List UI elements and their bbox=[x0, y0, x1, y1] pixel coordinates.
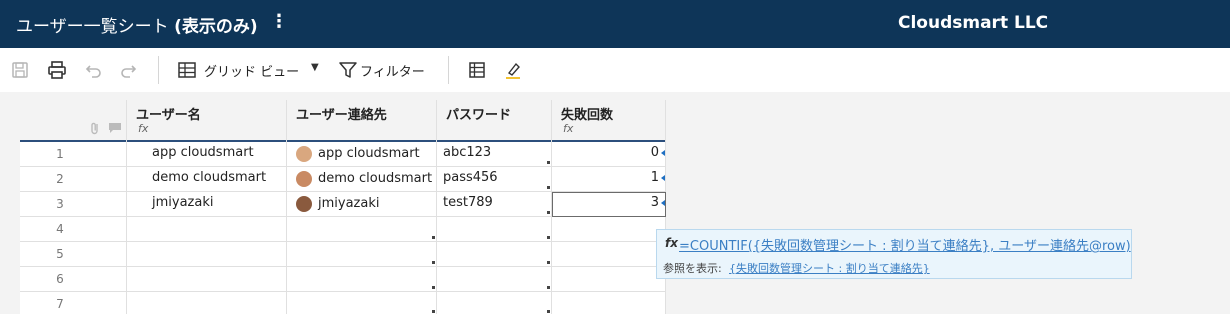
toolbar: グリッド ビュー ▼ フィルター bbox=[0, 48, 1230, 92]
cell-password[interactable]: pass456 bbox=[443, 166, 498, 190]
formula-tooltip: fx =COUNTIF({失敗回数管理シート : 割り当て連絡先}, ユーザー連… bbox=[656, 229, 1132, 279]
cell-corner-marker bbox=[547, 186, 550, 189]
filter-icon[interactable] bbox=[338, 60, 358, 80]
cell-username[interactable]: jmiyazaki bbox=[152, 191, 213, 215]
sheet-menu-icon[interactable]: ⋮ bbox=[270, 11, 288, 32]
cell-corner-marker bbox=[432, 310, 435, 313]
sheet-title[interactable]: ユーザー一覧シート (表示のみ) bbox=[16, 12, 258, 37]
cell-corner-marker bbox=[547, 211, 550, 214]
column-header-password[interactable]: パスワード bbox=[436, 100, 551, 140]
avatar bbox=[296, 146, 312, 162]
highlight-icon[interactable] bbox=[503, 60, 523, 80]
filter-button[interactable]: フィルター bbox=[360, 61, 425, 80]
cell-corner-marker bbox=[547, 161, 550, 164]
toolbar-divider bbox=[448, 56, 449, 84]
avatar bbox=[296, 196, 312, 212]
sheet-title-name: ユーザー一覧シート bbox=[16, 17, 175, 37]
save-icon[interactable] bbox=[10, 60, 30, 80]
cell-failures[interactable]: 1 bbox=[560, 166, 659, 190]
row-number[interactable]: 7 bbox=[20, 292, 100, 316]
formula-link[interactable]: =COUNTIF({失敗回数管理シート : 割り当て連絡先}, ユーザー連絡先@… bbox=[679, 235, 1131, 254]
grid-line bbox=[20, 266, 666, 267]
column-header-label: ユーザー名 bbox=[136, 108, 201, 123]
column-header-username[interactable]: ユーザー名 fx bbox=[126, 100, 286, 140]
grid-icon[interactable] bbox=[467, 60, 487, 80]
cell-corner-marker bbox=[547, 286, 550, 289]
cell-contact[interactable]: app cloudsmart bbox=[318, 142, 420, 166]
company-name: Cloudsmart LLC bbox=[898, 13, 1049, 33]
formula-icon: fx bbox=[563, 122, 574, 135]
row-number[interactable]: 4 bbox=[20, 217, 100, 241]
row-number[interactable]: 3 bbox=[20, 192, 100, 216]
cell-failures[interactable]: 3 bbox=[560, 191, 659, 215]
formula-indicator-icon bbox=[661, 200, 665, 206]
row-number[interactable]: 1 bbox=[20, 142, 100, 166]
cell-contact[interactable]: jmiyazaki bbox=[318, 192, 379, 216]
chevron-down-icon[interactable]: ▼ bbox=[311, 62, 319, 73]
cell-corner-marker bbox=[432, 286, 435, 289]
reference-link[interactable]: {失敗回数管理シート : 割り当て連絡先} bbox=[729, 260, 930, 276]
grid-line bbox=[20, 291, 666, 292]
grid-view-icon[interactable] bbox=[177, 60, 197, 80]
column-header-failures[interactable]: 失敗回数 fx bbox=[551, 100, 666, 140]
column-header-label: パスワード bbox=[446, 108, 512, 123]
formula-indicator-icon bbox=[661, 175, 665, 181]
row-number[interactable]: 2 bbox=[20, 167, 100, 191]
toolbar-divider bbox=[158, 56, 159, 84]
comment-icon bbox=[109, 123, 121, 133]
redo-icon[interactable] bbox=[118, 60, 138, 80]
column-header-label: 失敗回数 bbox=[561, 108, 614, 123]
cell-password[interactable]: abc123 bbox=[443, 141, 491, 165]
formula-indicator-icon bbox=[661, 150, 665, 156]
cell-password[interactable]: test789 bbox=[443, 191, 493, 215]
avatar bbox=[296, 171, 312, 187]
grid-line bbox=[20, 241, 666, 242]
cell-username[interactable]: app cloudsmart bbox=[152, 141, 254, 165]
cell-corner-marker bbox=[547, 261, 550, 264]
formula-icon: fx bbox=[665, 236, 678, 250]
formula-icon: fx bbox=[138, 122, 149, 135]
print-icon[interactable] bbox=[47, 60, 67, 80]
grid-line bbox=[286, 100, 287, 314]
cell-username[interactable]: demo cloudsmart bbox=[152, 166, 266, 190]
attachment-icon bbox=[91, 122, 98, 135]
cell-corner-marker bbox=[432, 261, 435, 264]
column-header-label: ユーザー連絡先 bbox=[296, 108, 387, 123]
cell-corner-marker bbox=[432, 236, 435, 239]
cell-corner-marker bbox=[547, 236, 550, 239]
row-number[interactable]: 6 bbox=[20, 267, 100, 291]
cell-failures[interactable]: 0 bbox=[560, 141, 659, 165]
reference-label: 参照を表示: bbox=[663, 262, 722, 275]
app-header: ユーザー一覧シート (表示のみ) ⋮ Cloudsmart LLC bbox=[0, 0, 1230, 48]
row-number[interactable]: 5 bbox=[20, 242, 100, 266]
view-switcher-button[interactable]: グリッド ビュー bbox=[204, 61, 299, 80]
undo-icon[interactable] bbox=[84, 60, 104, 80]
column-header-contact[interactable]: ユーザー連絡先 bbox=[286, 100, 436, 140]
grid-line bbox=[126, 100, 127, 314]
grid-line bbox=[436, 100, 437, 314]
cell-corner-marker bbox=[547, 310, 550, 313]
sheet-title-mode: (表示のみ) bbox=[174, 17, 258, 37]
cell-contact[interactable]: demo cloudsmart bbox=[318, 167, 432, 191]
